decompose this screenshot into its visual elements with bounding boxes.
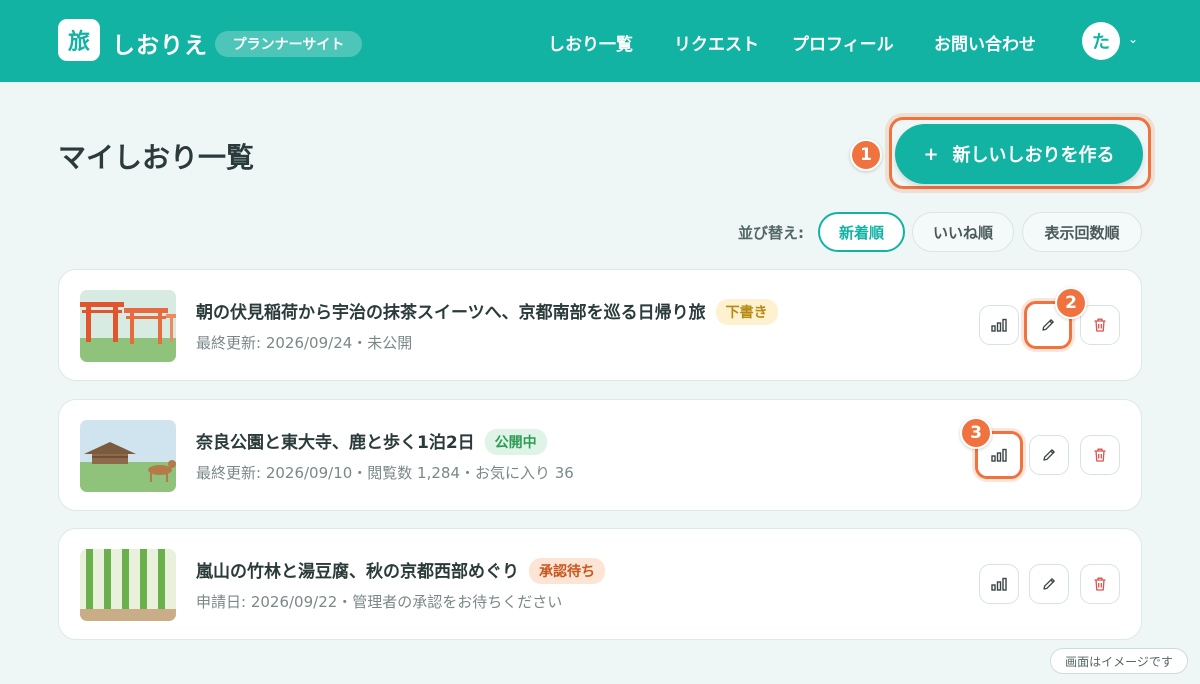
status-badge-draft: 下書き xyxy=(715,299,778,325)
bar-chart-icon xyxy=(991,318,1007,332)
shiori-card[interactable]: 嵐山の竹林と湯豆腐、秋の京都西部めぐり 承認待ち 申請日: 2026/09/22・… xyxy=(58,528,1142,640)
page-title: マイしおり一覧 xyxy=(58,141,255,174)
delete-button[interactable] xyxy=(1080,564,1120,604)
card-meta: 最終更新: 2026/09/24・未公開 xyxy=(196,334,413,352)
card-title-row[interactable]: 奈良公園と東大寺、鹿と歩く1泊2日 公開中 xyxy=(196,428,547,455)
delete-button[interactable] xyxy=(1080,435,1120,475)
main-nav: しおり一覧 リクエスト プロフィール お問い合わせ xyxy=(0,30,1200,55)
edit-button[interactable] xyxy=(1029,564,1069,604)
shiori-card[interactable]: 奈良公園と東大寺、鹿と歩く1泊2日 公開中 最終更新: 2026/09/10・閲覧… xyxy=(58,399,1142,511)
step-marker-2: 2 xyxy=(1055,287,1087,319)
stats-button[interactable] xyxy=(979,305,1019,345)
nav-item-requests[interactable]: リクエスト xyxy=(674,30,759,55)
status-badge-public: 公開中 xyxy=(484,429,547,455)
bar-chart-icon xyxy=(991,448,1007,462)
card-meta: 申請日: 2026/09/22・管理者の承認をお待ちください xyxy=(196,593,563,611)
image-disclaimer-note: 画面はイメージです xyxy=(1050,648,1188,674)
top-header: 旅 しおりえ プランナーサイト しおり一覧 リクエスト プロフィール お問い合わ… xyxy=(0,0,1200,82)
nav-item-profile[interactable]: プロフィール xyxy=(792,30,894,55)
trash-icon xyxy=(1094,318,1106,332)
thumbnail-bamboo-image xyxy=(80,549,176,621)
sort-option-views[interactable]: 表示回数順 xyxy=(1022,212,1142,252)
pencil-icon xyxy=(1043,449,1055,461)
new-shiori-button[interactable]: + 新しいしおりを作る xyxy=(895,124,1143,184)
pencil-icon xyxy=(1042,319,1054,331)
card-title[interactable]: 奈良公園と東大寺、鹿と歩く1泊2日 xyxy=(196,433,475,453)
step-marker-3: 3 xyxy=(960,417,992,449)
nav-item-contact[interactable]: お問い合わせ xyxy=(934,30,1036,55)
card-title[interactable]: 嵐山の竹林と湯豆腐、秋の京都西部めぐり xyxy=(196,562,519,582)
new-shiori-label: 新しいしおりを作る xyxy=(952,145,1115,166)
plus-icon: + xyxy=(923,143,939,165)
step-marker-1: 1 xyxy=(850,139,882,171)
card-title-row[interactable]: 嵐山の竹林と湯豆腐、秋の京都西部めぐり 承認待ち xyxy=(196,557,605,584)
user-avatar[interactable]: た xyxy=(1082,22,1120,60)
card-meta: 最終更新: 2026/09/10・閲覧数 1,284・お気に入り 36 xyxy=(196,464,574,482)
edit-button[interactable] xyxy=(1029,435,1069,475)
shiori-card[interactable]: 朝の伏見稲荷から宇治の抹茶スイーツへ、京都南部を巡る日帰り旅 下書き 最終更新: … xyxy=(58,269,1142,381)
thumbnail-temple-deer-image xyxy=(80,420,176,492)
thumbnail-torii-image xyxy=(80,290,176,362)
card-title-row[interactable]: 朝の伏見稲荷から宇治の抹茶スイーツへ、京都南部を巡る日帰り旅 下書き xyxy=(196,298,778,325)
sort-option-newest[interactable]: 新着順 xyxy=(818,212,905,252)
bar-chart-icon xyxy=(991,577,1007,591)
trash-icon xyxy=(1094,577,1106,591)
sort-label: 並び替え: xyxy=(738,224,804,242)
trash-icon xyxy=(1094,448,1106,462)
stats-button[interactable] xyxy=(979,564,1019,604)
status-badge-pending: 承認待ち xyxy=(529,558,605,584)
delete-button[interactable] xyxy=(1080,305,1120,345)
sort-option-likes[interactable]: いいね順 xyxy=(912,212,1014,252)
card-title[interactable]: 朝の伏見稲荷から宇治の抹茶スイーツへ、京都南部を巡る日帰り旅 xyxy=(196,303,706,323)
nav-item-shiori-list[interactable]: しおり一覧 xyxy=(548,30,633,55)
chevron-down-icon[interactable]: ⌄ xyxy=(1128,32,1138,46)
pencil-icon xyxy=(1043,578,1055,590)
